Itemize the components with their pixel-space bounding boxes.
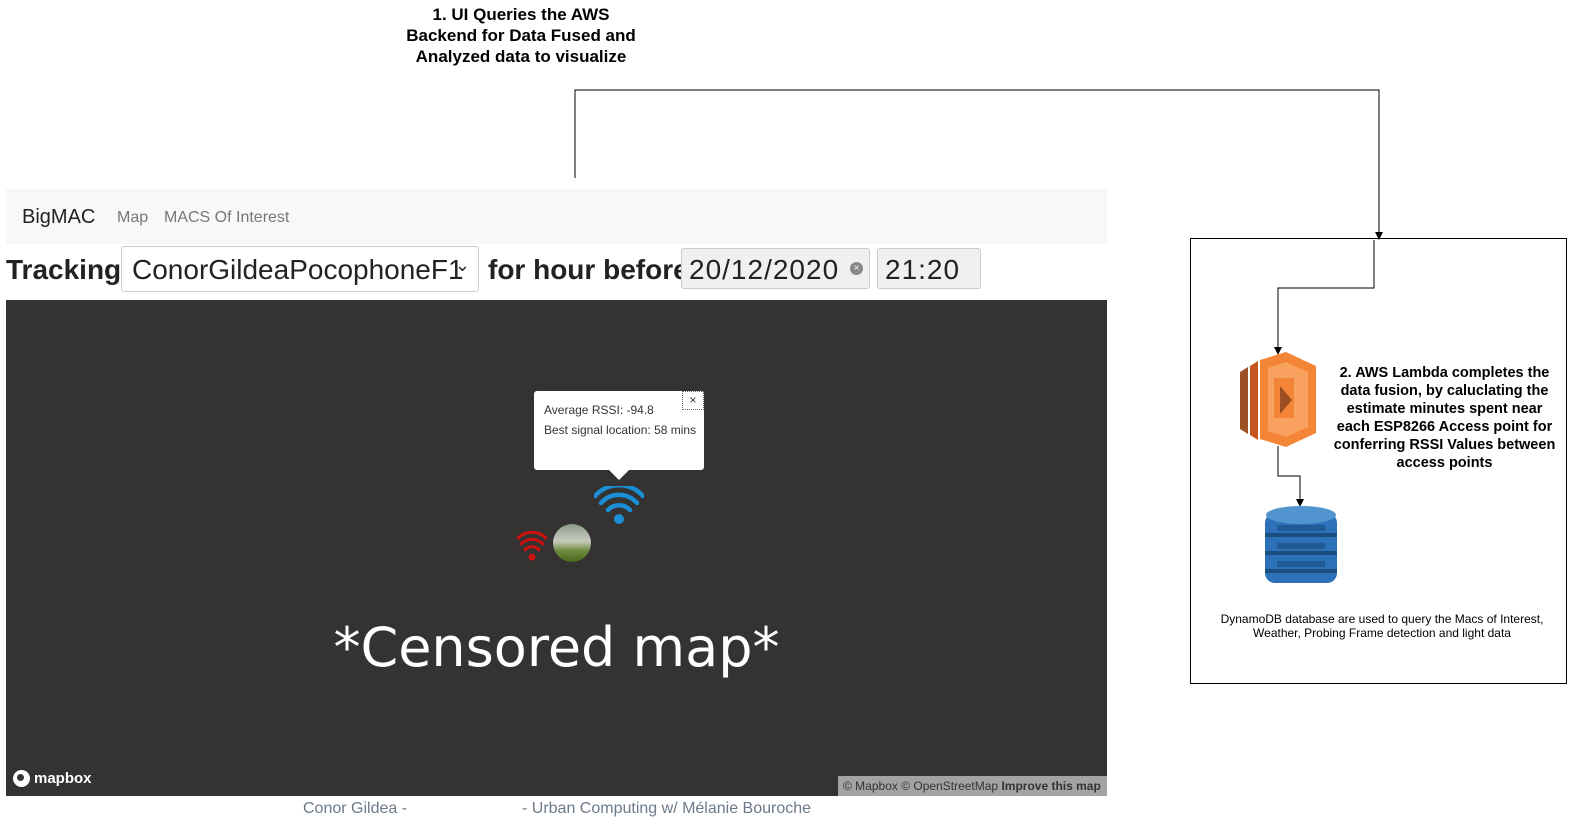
close-icon[interactable]: × bbox=[682, 391, 704, 410]
dynamodb-caption: DynamoDB database are used to query the … bbox=[1220, 612, 1544, 640]
step2-annotation: 2. AWS Lambda completes the data fusion,… bbox=[1333, 365, 1556, 471]
clear-icon[interactable]: × bbox=[850, 262, 863, 275]
improve-map-link[interactable]: Improve this map bbox=[1001, 779, 1100, 793]
step1-annotation: 1. UI Queries the AWS Backend for Data F… bbox=[406, 5, 636, 66]
popup-average-rssi: Average RSSI: -94.8 bbox=[544, 403, 654, 417]
avatar[interactable] bbox=[553, 524, 591, 562]
mapbox-logo-icon bbox=[13, 770, 30, 787]
map-attribution: © Mapbox © OpenStreetMap Improve this ma… bbox=[838, 776, 1107, 796]
footer-author: Conor Gildea - bbox=[303, 800, 408, 817]
popup-best-signal: Best signal location: 58 mins bbox=[544, 423, 697, 437]
brand-link[interactable]: BigMAC bbox=[22, 206, 95, 229]
mapbox-logo[interactable]: mapbox bbox=[13, 770, 92, 787]
device-select[interactable]: ConorGildeaPocophoneF1 ⌄ bbox=[121, 246, 479, 292]
chevron-down-icon: ⌄ bbox=[454, 255, 470, 275]
time-input[interactable]: 21:20 bbox=[877, 248, 981, 289]
lambda-icon bbox=[1240, 352, 1316, 447]
nav-link-macs-of-interest[interactable]: MACS Of Interest bbox=[164, 209, 289, 227]
map-canvas[interactable]: × Average RSSI: -94.8 Best signal locati… bbox=[6, 300, 1107, 796]
date-input[interactable]: 20/12/2020 × bbox=[681, 248, 870, 289]
attribution-text[interactable]: © Mapbox © OpenStreetMap bbox=[843, 779, 998, 793]
navbar: BigMAC Map MACS Of Interest bbox=[6, 189, 1107, 244]
popup-tip bbox=[609, 470, 629, 480]
dynamodb-icon bbox=[1265, 506, 1337, 583]
censored-overlay: *Censored map* bbox=[333, 616, 780, 679]
device-select-value: ConorGildeaPocophoneF1 bbox=[132, 254, 464, 285]
wifi-icon[interactable] bbox=[594, 486, 644, 526]
footer-course: - Urban Computing w/ Mélanie Bouroche bbox=[522, 800, 812, 817]
wifi-icon[interactable] bbox=[517, 528, 547, 562]
date-value: 20/12/2020 bbox=[689, 254, 840, 285]
mapbox-logo-text: mapbox bbox=[34, 770, 92, 787]
hour-before-label: for hour before bbox=[488, 254, 689, 285]
time-value: 21:20 bbox=[885, 254, 961, 285]
tracking-label: Tracking bbox=[6, 254, 122, 285]
nav-link-map[interactable]: Map bbox=[117, 209, 148, 227]
map-popup: × Average RSSI: -94.8 Best signal locati… bbox=[534, 391, 704, 470]
